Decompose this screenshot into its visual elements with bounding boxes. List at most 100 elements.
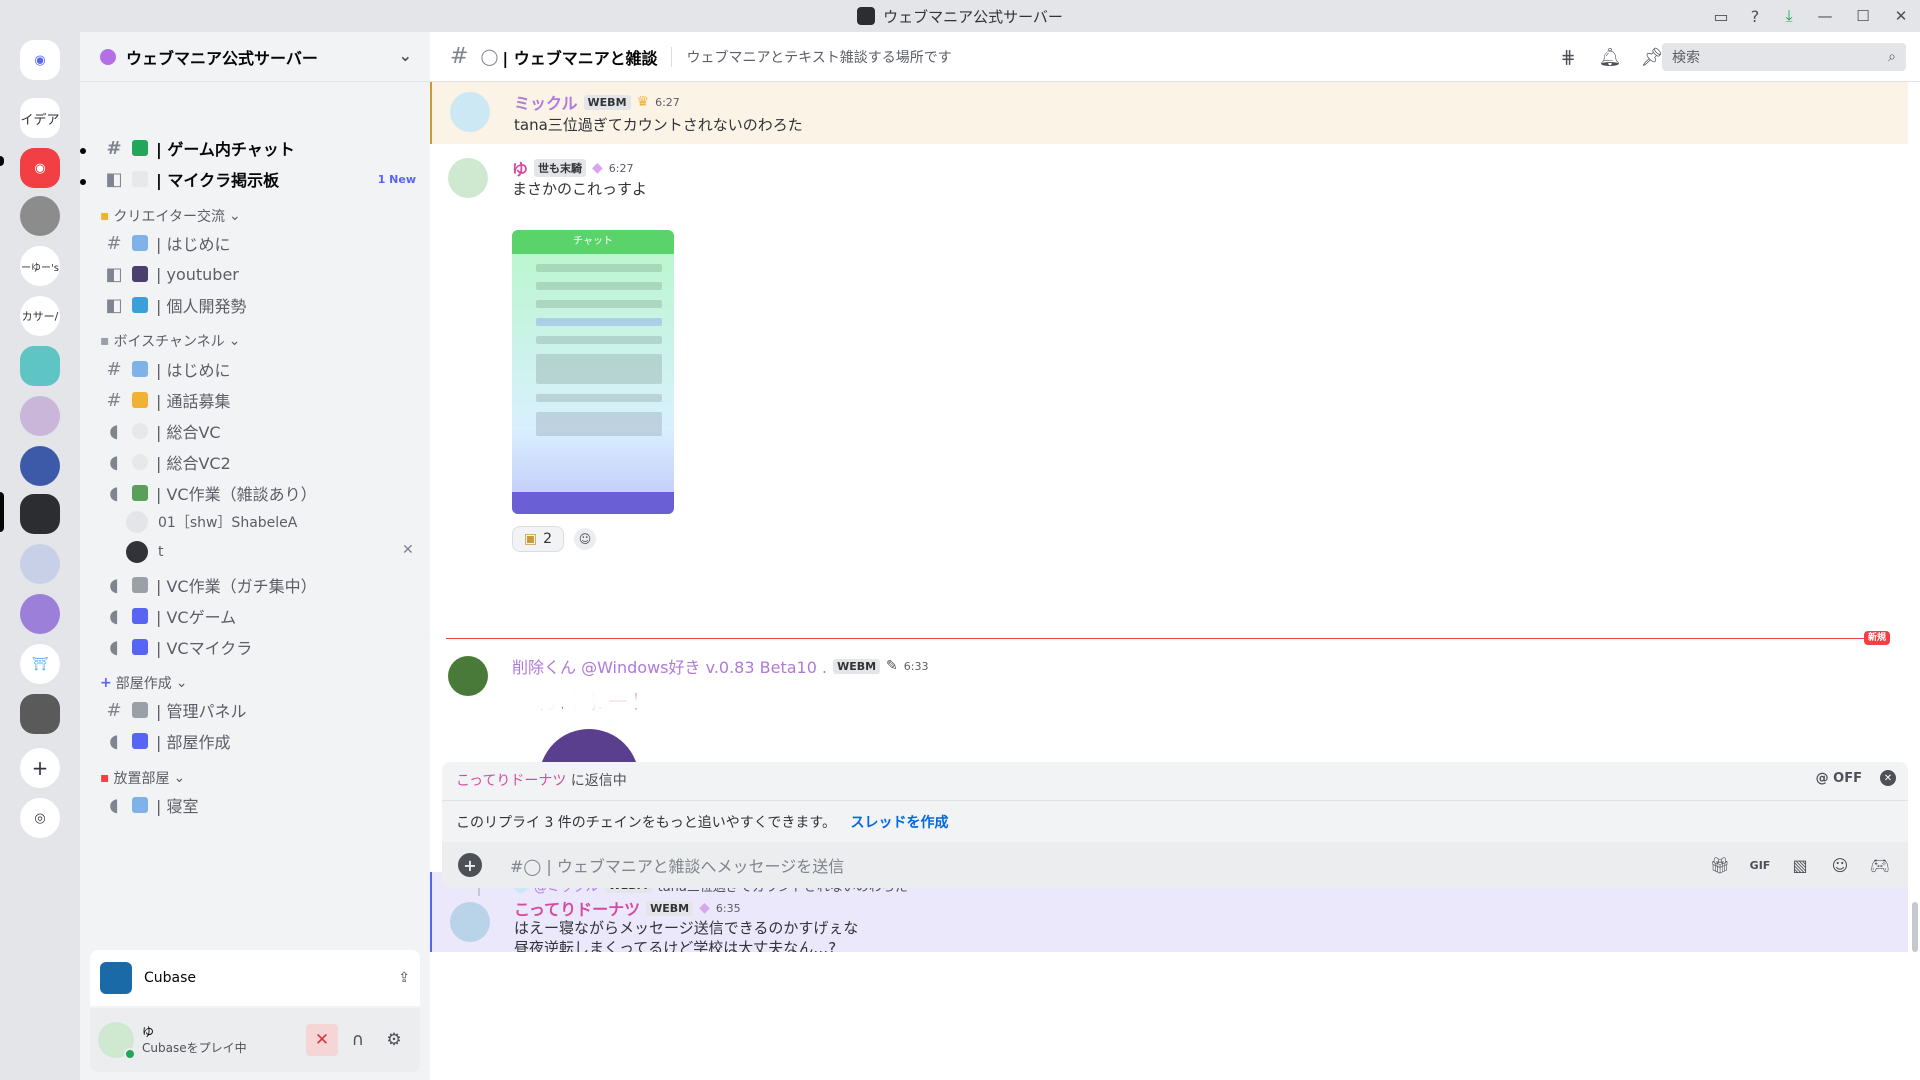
message-meta: 削除くん @Windows好き v.0.83 Beta10 . WEBM ✎ 6… <box>512 654 928 678</box>
server-icon-gray[interactable] <box>20 196 60 236</box>
boost-icon <box>100 48 116 65</box>
server-folder-1[interactable]: イデア <box>20 98 60 138</box>
close-reply-icon[interactable]: ✕ <box>1880 770 1896 786</box>
gift-icon[interactable]: 🎁︎ <box>1708 853 1732 877</box>
new-badge: 新規 <box>1863 631 1890 645</box>
upload-plus-icon[interactable]: + <box>458 853 482 877</box>
reaction-chip[interactable]: ▣ 2 <box>512 526 564 552</box>
server-header[interactable]: ウェブマニア公式サーバー ⌄ <box>80 32 430 82</box>
activity-share-icon[interactable]: ⇪ <box>398 970 410 986</box>
message-input[interactable]: #◯ | ウェブマニアと雑談へメッセージを送信 <box>510 853 844 877</box>
channel-voice-intro[interactable]: # | はじめに <box>96 353 422 385</box>
mic-muted-icon[interactable]: ✕ <box>306 1024 338 1056</box>
add-server-icon[interactable]: + <box>20 748 60 788</box>
avatar[interactable] <box>448 158 488 198</box>
category-creator[interactable]: ▪ クリエイター交流 ⌄ <box>100 204 241 228</box>
message-mickle[interactable]: ミックル WEBM ♛ 6:27 tana三位過ぎてカウントされないのわろた <box>430 82 1908 144</box>
avatar[interactable] <box>448 656 488 696</box>
gamepad-icon[interactable]: 🎮︎ <box>1868 853 1892 877</box>
channel-label: | 総合VC2 <box>156 454 231 473</box>
create-thread-link[interactable]: スレッドを作成 <box>850 815 948 831</box>
avatar[interactable] <box>450 92 490 132</box>
channel-youtuber[interactable]: ◧ | youtuber <box>96 258 422 290</box>
image-attachment[interactable]: チャット <box>512 230 674 514</box>
scrollbar[interactable] <box>1912 902 1918 952</box>
channel-vc-general-2[interactable]: ◖ | 総合VC2 <box>96 446 422 478</box>
channel-vc-minecraft[interactable]: ◖ | VCマイクラ <box>96 631 422 663</box>
voice-channel-icon: ◖ <box>109 574 119 596</box>
maximize-button[interactable]: ☐ <box>1844 0 1882 32</box>
emoji-icon[interactable]: ☺ <box>1828 853 1852 877</box>
channel-minecraft-board[interactable]: ◧ | マイクラ掲示板 1 New <box>96 163 422 195</box>
help-icon[interactable]: ? <box>1738 0 1772 32</box>
avatar[interactable] <box>450 902 490 942</box>
channel-call-recruit[interactable]: # | 通話募集 <box>96 384 422 416</box>
server-tag: WEBM <box>646 900 694 916</box>
computer-emoji-icon <box>132 297 148 313</box>
search-input[interactable]: 検索 ⌕ <box>1662 43 1906 71</box>
channel-vc-work-chat[interactable]: ◖ | VC作業（雑談あり） <box>96 477 422 509</box>
server-icon-mosaic[interactable] <box>20 396 60 436</box>
message-text: tana三位過ぎてカウントされないのわろた <box>514 116 803 134</box>
user-names[interactable]: ゆ Cubaseをプレイ中 <box>142 1024 247 1056</box>
server-icon-purple[interactable] <box>20 594 60 634</box>
server-folder-3[interactable]: カサー/ <box>20 296 60 336</box>
window-title: ウェブマニア公式サーバー <box>883 7 1063 26</box>
plus-emoji-icon: + <box>100 675 112 691</box>
activity-card[interactable]: Cubase ⇪ <box>90 950 420 1006</box>
threads-icon[interactable]: ⋕ <box>1556 45 1580 69</box>
gif-icon[interactable]: GIF <box>1748 853 1772 877</box>
server-icon-tower[interactable]: ⛩ <box>20 644 60 684</box>
channel-vc-game[interactable]: ◖ | VCゲーム <box>96 600 422 632</box>
channel-vc-work-focus[interactable]: ◖ | VC作業（ガチ集中） <box>96 569 422 601</box>
text-channel-icon: # <box>106 358 122 380</box>
close-button[interactable]: ✕ <box>1882 0 1920 32</box>
bell-icon[interactable]: 🔔︎ <box>1598 45 1622 69</box>
headphones-icon[interactable]: ∩ <box>342 1024 374 1056</box>
channel-admin-panel[interactable]: # | 管理パネル <box>96 694 422 726</box>
category-room-create[interactable]: + 部屋作成 ⌄ <box>100 671 187 695</box>
server-folder-2[interactable]: ーゆー's <box>20 246 60 286</box>
category-afk[interactable]: ▪ 放置部屋 ⌄ <box>100 766 185 790</box>
server-icon-anime[interactable] <box>20 544 60 584</box>
channel-game-chat[interactable]: # | ゲーム内チャット <box>96 132 422 164</box>
mention-toggle[interactable]: @ OFF <box>1816 771 1862 786</box>
chevron-down-icon: ⌄ <box>228 333 241 349</box>
author-name[interactable]: 削除くん @Windows好き v.0.83 Beta10 . <box>512 654 827 678</box>
avatar[interactable] <box>98 1022 136 1060</box>
add-reaction-icon[interactable]: ☺ <box>574 528 596 550</box>
chat-area: # ◯ | ウェブマニアと雑談 ウェブマニアとテキスト雑談する場所です ⋕ 🔔︎… <box>430 32 1920 1080</box>
category-label: ボイスチャンネル <box>113 334 225 350</box>
server-icon-dark[interactable] <box>20 694 60 734</box>
channel-indie-dev[interactable]: ◧ | 個人開発勢 <box>96 289 422 321</box>
channel-room-create[interactable]: ◖ | 部屋作成 <box>96 725 422 757</box>
minimize-button[interactable]: — <box>1806 0 1844 32</box>
download-icon[interactable]: ⤓ <box>1772 0 1806 32</box>
server-folder-label: イデア <box>20 112 60 128</box>
author-name[interactable]: ミックル <box>514 90 578 114</box>
discord-server-icon[interactable]: ◉ <box>20 148 60 188</box>
sticker-icon[interactable]: ▧ <box>1788 853 1812 877</box>
text-channel-icon: # <box>106 389 122 411</box>
author-name[interactable]: ゆ <box>512 156 528 180</box>
server-icon-teal[interactable] <box>20 346 60 386</box>
discord-home-icon[interactable]: ◉ <box>20 40 60 80</box>
author-name[interactable]: こってりドーナツ <box>514 896 640 920</box>
gear-icon[interactable]: ⚙ <box>378 1024 410 1056</box>
server-icon-blue[interactable] <box>20 446 60 486</box>
pin-icon[interactable]: 📌︎ <box>1640 45 1664 69</box>
channel-vc-general[interactable]: ◖ | 総合VC <box>96 415 422 447</box>
voice-user-shabelea[interactable]: 01［shw］ShabeleA <box>126 508 297 536</box>
category-voice[interactable]: ▪ ボイスチャンネル ⌄ <box>100 329 240 353</box>
inbox-icon[interactable]: ▭ <box>1704 0 1738 32</box>
discover-icon[interactable]: ◎ <box>20 798 60 838</box>
voice-user-t[interactable]: t <box>126 538 164 566</box>
server-icon-selected[interactable] <box>20 494 60 534</box>
channel-intro[interactable]: # | はじめに <box>96 227 422 259</box>
speech-bubble-icon <box>132 423 148 439</box>
channel-topic[interactable]: ウェブマニアとテキスト雑談する場所です <box>671 46 952 67</box>
message-yu[interactable]: ゆ 世も末騎 ◆ 6:27 まさかのこれっすよ チャット ▣ 2 ☺ <box>430 146 1908 626</box>
channel-bedroom[interactable]: ◖ | 寝室 <box>96 789 422 821</box>
title-bar: ウェブマニア公式サーバー ▭ ? ⤓ — ☐ ✕ <box>0 0 1920 32</box>
voice-channel-icon: ◖ <box>109 794 119 816</box>
